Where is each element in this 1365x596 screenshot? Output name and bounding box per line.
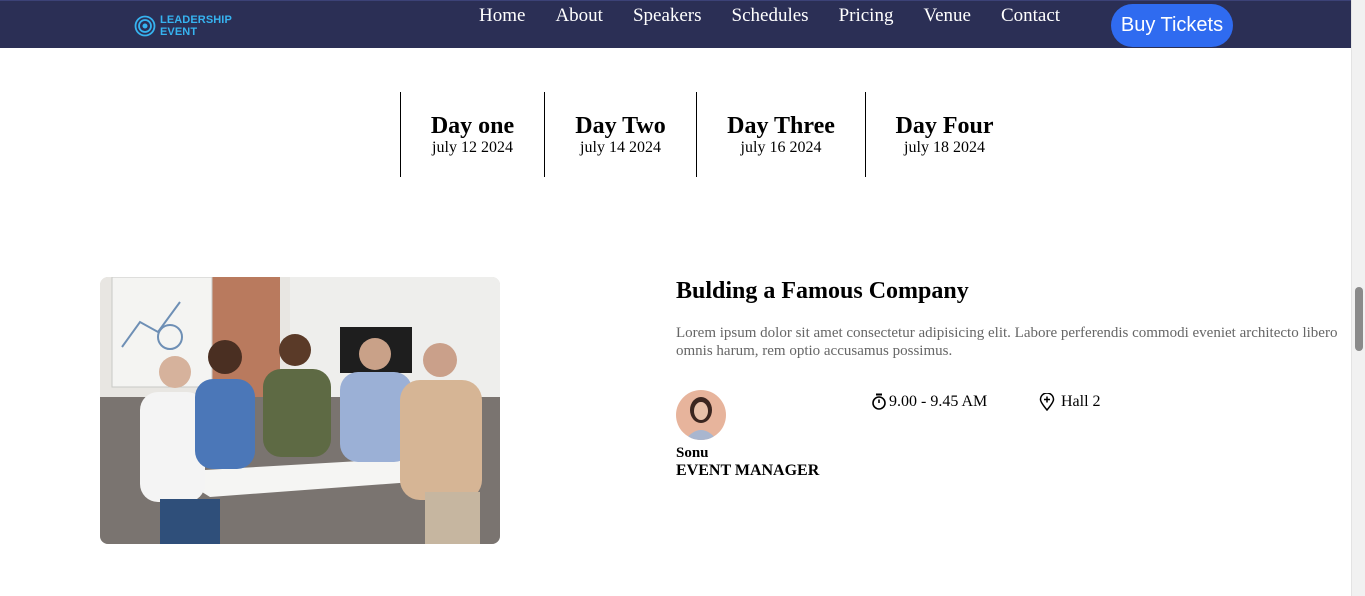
day-tabs: Day one july 12 2024 Day Two july 14 202… [400, 92, 1023, 177]
nav-link-pricing[interactable]: Pricing [824, 5, 909, 27]
session-venue-text: Hall 2 [1061, 393, 1101, 410]
tab-day-one[interactable]: Day one july 12 2024 [400, 92, 544, 177]
location-pin-icon [1039, 393, 1055, 411]
page-scrollbar[interactable] [1351, 0, 1365, 596]
day-title: Day Three [727, 112, 835, 139]
logo-text-line1: LEADERSHIP [160, 14, 232, 26]
speaker-avatar-image [676, 390, 726, 440]
logo-target-icon [134, 15, 156, 37]
speaker-role: EVENT MANAGER [676, 462, 820, 479]
day-date: july 16 2024 [740, 138, 822, 156]
session-venue: Hall 2 [1039, 393, 1101, 411]
tab-day-three[interactable]: Day Three july 16 2024 [696, 92, 865, 177]
logo-text: LEADERSHIP EVENT [160, 14, 232, 38]
day-title: Day Two [575, 112, 666, 139]
session-photo [100, 277, 500, 544]
nav-link-schedules[interactable]: Schedules [717, 5, 824, 27]
session-time-text: 9.00 - 9.45 AM [889, 393, 988, 410]
main-nav: Home About Speakers Schedules Pricing Ve… [464, 5, 1075, 27]
speaker-name: Sonu [676, 445, 709, 461]
team-meeting-image [100, 277, 500, 544]
scrollbar-thumb[interactable] [1355, 287, 1363, 351]
logo-text-line2: EVENT [160, 26, 198, 38]
nav-link-speakers[interactable]: Speakers [618, 5, 717, 27]
nav-link-about[interactable]: About [540, 5, 618, 27]
nav-link-contact[interactable]: Contact [986, 5, 1075, 27]
session-time: 9.00 - 9.45 AM [871, 393, 987, 411]
day-date: july 12 2024 [432, 138, 513, 156]
nav-link-home[interactable]: Home [464, 5, 540, 27]
speaker-avatar [676, 390, 726, 440]
day-title: Day one [430, 112, 515, 139]
site-logo[interactable]: LEADERSHIP EVENT [134, 14, 232, 38]
tab-day-four[interactable]: Day Four july 18 2024 [865, 92, 1023, 177]
day-date: july 18 2024 [904, 138, 985, 156]
buy-tickets-button[interactable]: Buy Tickets [1111, 4, 1233, 47]
session-description: Lorem ipsum dolor sit amet consectetur a… [676, 325, 1338, 359]
session-title: Bulding a Famous Company [676, 278, 969, 304]
day-date: july 14 2024 [580, 138, 661, 156]
tab-day-two[interactable]: Day Two july 14 2024 [544, 92, 696, 177]
stopwatch-icon [872, 393, 886, 410]
day-title: Day Four [895, 112, 994, 139]
nav-link-venue[interactable]: Venue [908, 5, 985, 27]
top-navbar: LEADERSHIP EVENT Home About Speakers Sch… [0, 0, 1351, 48]
